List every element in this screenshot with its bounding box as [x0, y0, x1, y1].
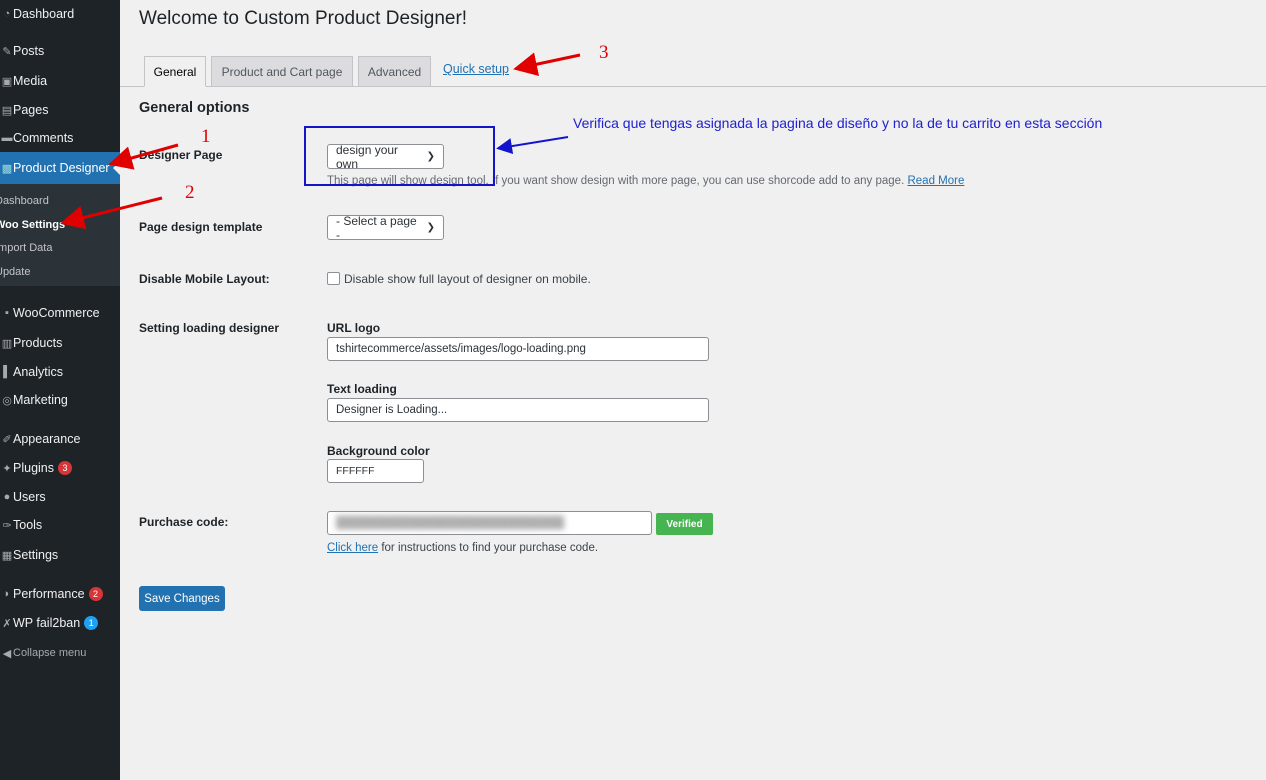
tab-advanced[interactable]: Advanced	[358, 56, 431, 87]
menu-dashboard[interactable]: ◔ Dashboard	[0, 0, 120, 28]
designer-icon: ▩	[1, 162, 13, 175]
users-icon: ●	[3, 491, 11, 503]
click-here-link[interactable]: Click here	[327, 542, 378, 554]
chevron-down-icon: ❯	[426, 151, 435, 162]
section-title: General options	[139, 100, 250, 116]
menu-marketing[interactable]: ◎ Marketing	[0, 386, 120, 414]
menu-posts[interactable]: ✎ Posts	[0, 37, 120, 65]
fail2ban-badge: 1	[84, 616, 99, 630]
menu-products[interactable]: ▥ Products	[0, 329, 120, 357]
page-template-label: Page design template	[139, 220, 263, 234]
bg-color-label: Background color	[327, 444, 430, 458]
tab-general[interactable]: General	[144, 56, 206, 87]
fail2ban-icon: ✗	[2, 617, 12, 630]
designer-page-label: Designer Page	[139, 148, 223, 162]
verified-badge: Verified	[656, 513, 713, 535]
save-changes-button[interactable]: Save Changes	[139, 586, 225, 611]
appearance-icon: ✐	[2, 433, 12, 446]
url-logo-input[interactable]: tshirtecommerce/assets/images/logo-loadi…	[327, 337, 709, 361]
page-template-value: - Select a page -	[336, 213, 417, 242]
menu-users[interactable]: ● Users	[0, 483, 120, 511]
mobile-layout-label: Disable Mobile Layout:	[139, 272, 270, 286]
submenu-woo-settings[interactable]: Woo Settings	[0, 219, 65, 231]
purchase-code-input[interactable]: ████████████████████████████	[327, 511, 652, 535]
submenu-import-data[interactable]: Import Data	[0, 242, 52, 254]
pin-icon: ✎	[2, 45, 12, 58]
menu-settings[interactable]: ▦ Settings	[0, 541, 120, 569]
read-more-link[interactable]: Read More	[907, 175, 964, 187]
menu-tools[interactable]: ✑ Tools	[0, 511, 120, 539]
menu-analytics[interactable]: ▌ Analytics	[0, 358, 120, 386]
performance-icon: ◗	[3, 588, 11, 600]
menu-woocommerce[interactable]: ▪ WooCommerce	[0, 299, 120, 327]
url-logo-label: URL logo	[327, 321, 381, 335]
tools-icon: ✑	[2, 519, 12, 532]
performance-badge: 2	[88, 587, 103, 601]
designer-page-desc-text: This page will show design tool. If you …	[327, 175, 905, 187]
menu-appearance[interactable]: ✐ Appearance	[0, 425, 120, 453]
menu-plugins[interactable]: ✦ Plugins 3	[0, 454, 120, 482]
collapse-menu[interactable]: ◀ Collapse menu	[0, 639, 120, 667]
menu-media[interactable]: ▣ Media	[0, 67, 120, 95]
submenu-dashboard[interactable]: Dashboard	[0, 195, 49, 207]
menu-performance[interactable]: ◗ Performance 2	[0, 580, 120, 608]
plugins-icon: ✦	[2, 462, 12, 475]
text-loading-input[interactable]: Designer is Loading...	[327, 398, 709, 422]
collapse-icon: ◀	[2, 647, 12, 660]
designer-page-desc: This page will show design tool. If you …	[327, 175, 964, 187]
menu-comments[interactable]: ▬ Comments	[0, 124, 120, 152]
analytics-icon: ▌	[3, 366, 11, 378]
purchase-help: Click here for instructions to find your…	[327, 542, 598, 554]
purchase-code-masked: ████████████████████████████	[336, 517, 565, 529]
designer-page-select[interactable]: design your own ❯	[327, 142, 444, 171]
media-icon: ▣	[1, 75, 13, 88]
plugins-badge: 3	[58, 461, 72, 475]
purchase-help-text: for instructions to find your purchase c…	[378, 542, 599, 554]
quick-setup-link[interactable]: Quick setup	[443, 62, 509, 76]
tab-product-cart[interactable]: Product and Cart page	[211, 56, 353, 87]
text-loading-label: Text loading	[327, 382, 397, 396]
loading-settings-label: Setting loading designer	[139, 321, 280, 335]
pages-icon: ▤	[1, 104, 13, 117]
main-content: Welcome to Custom Product Designer! Gene…	[120, 0, 1266, 780]
woo-icon: ▪	[5, 307, 9, 319]
marketing-icon: ◎	[2, 394, 12, 407]
page-template-select[interactable]: - Select a page - ❯	[327, 213, 444, 242]
chevron-down-icon: ❯	[426, 222, 435, 233]
menu-product-designer[interactable]: ▩ Product Designer	[0, 152, 120, 184]
menu-wp-fail2ban[interactable]: ✗ WP fail2ban 1	[0, 609, 120, 637]
comments-icon: ▬	[1, 132, 13, 144]
products-icon: ▥	[1, 337, 13, 350]
menu-pages[interactable]: ▤ Pages	[0, 96, 120, 124]
mobile-layout-checkbox-label[interactable]: Disable show full layout of designer on …	[344, 272, 591, 286]
bg-color-input[interactable]: FFFFFF	[327, 459, 424, 483]
mobile-layout-checkbox[interactable]	[327, 272, 340, 285]
submenu-update[interactable]: Update	[0, 266, 30, 278]
product-designer-submenu: Dashboard Woo Settings Import Data Updat…	[0, 184, 120, 286]
purchase-code-label: Purchase code:	[139, 515, 229, 529]
designer-page-value: design your own	[336, 142, 399, 171]
admin-sidebar: ◔ Dashboard ✎ Posts ▣ Media ▤ Pages ▬ Comment…	[0, 0, 120, 780]
page-title: Welcome to Custom Product Designer!	[139, 8, 468, 29]
dashboard-icon: ◔	[3, 8, 11, 20]
settings-icon: ▦	[1, 549, 13, 562]
